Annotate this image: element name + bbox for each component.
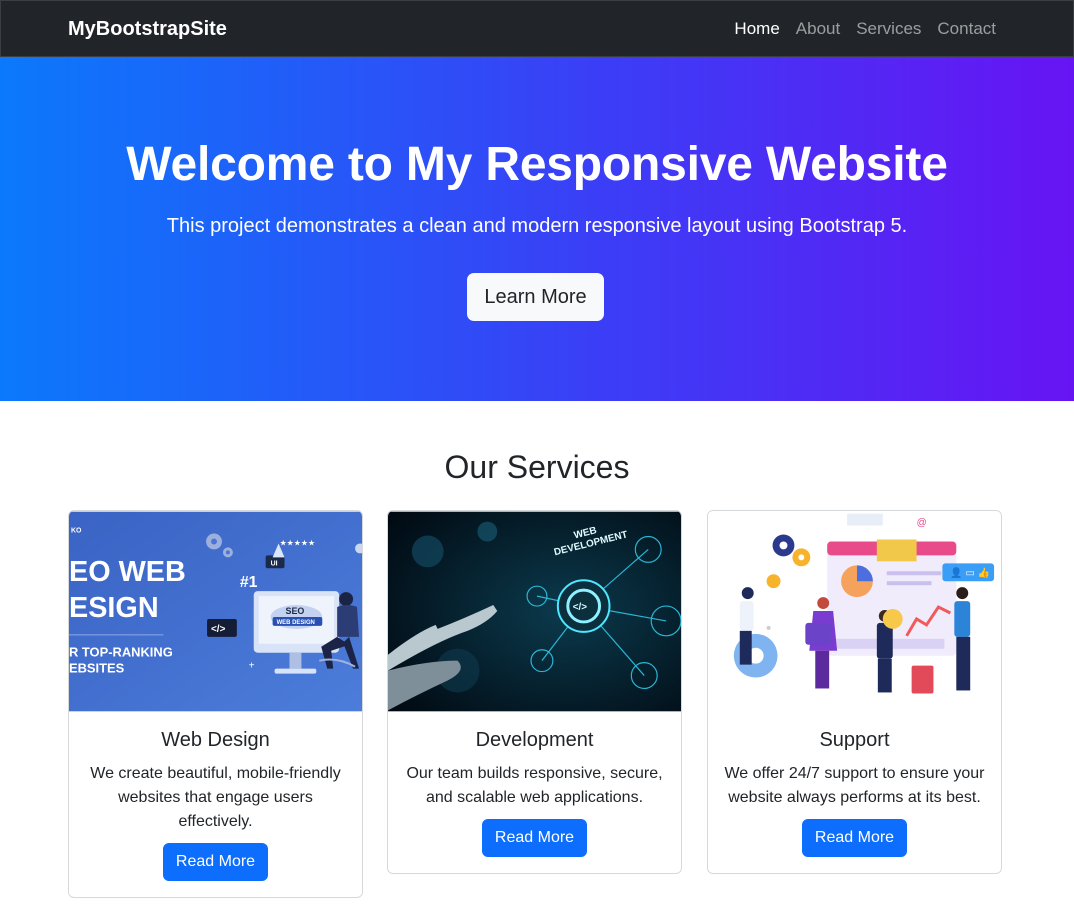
hero-subtitle: This project demonstrates a clean and mo… bbox=[166, 215, 908, 237]
read-more-button[interactable]: Read More bbox=[801, 819, 908, 857]
img-tagline-2: EBSITES bbox=[69, 661, 125, 676]
service-card-web-design: KO EO WEB ESIGN R TOP-RANKING EBSITES ★★… bbox=[68, 510, 363, 898]
nav-link-home[interactable]: Home bbox=[734, 19, 779, 39]
read-more-button[interactable]: Read More bbox=[162, 843, 269, 881]
hero-section: Welcome to My Responsive Website This pr… bbox=[0, 57, 1074, 401]
code-icon: </> bbox=[211, 624, 226, 635]
brand-mark: KO bbox=[71, 528, 82, 535]
person-icon bbox=[339, 592, 354, 607]
img-headline-1: EO WEB bbox=[69, 556, 186, 588]
svg-text:👤 ▭ 👍: 👤 ▭ 👍 bbox=[950, 567, 990, 579]
svg-text:+: + bbox=[249, 661, 255, 672]
hero-title: Welcome to My Responsive Website bbox=[126, 138, 948, 191]
img-headline-2: ESIGN bbox=[69, 592, 159, 624]
ui-badge: UI bbox=[271, 560, 278, 567]
seo-badge: SEO bbox=[286, 606, 305, 616]
service-card-support: 👤 ▭ 👍 @ Support We offer 24/7 support to… bbox=[707, 510, 1002, 874]
shopping-bag-icon bbox=[911, 665, 934, 694]
svg-text:@: @ bbox=[917, 518, 927, 529]
card-text: Our team builds responsive, secure, and … bbox=[406, 765, 663, 806]
read-more-button[interactable]: Read More bbox=[481, 819, 588, 857]
card-title: Development bbox=[475, 729, 594, 751]
navbar: MyBootstrapSite Home About Services Cont… bbox=[0, 0, 1074, 57]
support-illustration: 👤 ▭ 👍 @ bbox=[708, 511, 1001, 712]
rating-stars-icon: ★★★★★ bbox=[280, 538, 316, 547]
card-title: Web Design bbox=[161, 729, 270, 751]
svg-text:WEB DESIGN: WEB DESIGN bbox=[277, 620, 315, 626]
card-text: We create beautiful, mobile-friendly web… bbox=[90, 765, 341, 830]
nav-link-contact[interactable]: Contact bbox=[937, 19, 996, 39]
img-tagline-1: R TOP-RANKING bbox=[69, 645, 173, 660]
services-heading: Our Services bbox=[444, 449, 630, 485]
learn-more-button[interactable]: Learn More bbox=[467, 273, 604, 321]
nav-links: Home About Services Contact bbox=[734, 19, 996, 39]
nav-link-services[interactable]: Services bbox=[856, 19, 921, 39]
rank-badge: #1 bbox=[240, 574, 258, 591]
card-title: Support bbox=[819, 729, 890, 751]
web-design-illustration: KO EO WEB ESIGN R TOP-RANKING EBSITES ★★… bbox=[69, 511, 362, 712]
navbar-brand[interactable]: MyBootstrapSite bbox=[68, 18, 227, 41]
service-card-development: </> WEB DEVELOPMENT Development Our team… bbox=[387, 510, 682, 874]
svg-text:</>: </> bbox=[573, 602, 588, 613]
development-illustration: </> WEB DEVELOPMENT bbox=[388, 511, 681, 712]
nav-link-about[interactable]: About bbox=[796, 19, 840, 39]
card-text: We offer 24/7 support to ensure your web… bbox=[724, 765, 985, 806]
person-icon bbox=[954, 587, 971, 691]
